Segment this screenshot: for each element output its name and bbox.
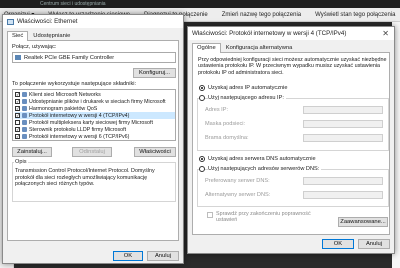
list-item[interactable]: ✓ Harmonogram pakietów QoS	[15, 105, 175, 112]
validate-checkbox[interactable]	[207, 212, 213, 218]
list-item[interactable]: Protokół multipleksera karty sieciowej f…	[15, 119, 175, 126]
advanced-button[interactable]: Zaawansowane...	[338, 217, 388, 227]
preferred-dns-label: Preferowany serwer DNS:	[205, 178, 270, 184]
subnet-mask-label: Maska podsieci:	[205, 121, 246, 127]
uninstall-button[interactable]: Odinstaluj	[72, 147, 112, 157]
list-item[interactable]: ✓ Klient sieci Microsoft Networks	[15, 91, 175, 98]
toolbar-view-status[interactable]: Wyświetl stan tego połączenia	[315, 12, 395, 18]
close-icon[interactable]: ✕	[382, 29, 389, 38]
toolbar-rename[interactable]: Zmień nazwę tego połączenia	[222, 12, 301, 18]
adapter-field: Realtek PCIe GBE Family Controller	[12, 52, 176, 63]
component-checkbox[interactable]: ✓	[15, 99, 20, 104]
file-sharing-icon	[22, 99, 27, 104]
auto-dns-label[interactable]: Uzyskaj adres serwera DNS automatycznie	[208, 156, 316, 162]
manual-dns-group	[197, 169, 389, 207]
auto-ip-radio[interactable]	[199, 85, 205, 91]
protocol-icon	[22, 127, 27, 132]
adapter-icon	[15, 55, 21, 60]
ethernet-dialog-titlebar: Właściwości: Ethernet	[3, 15, 183, 28]
component-checkbox[interactable]: ✓	[15, 106, 20, 111]
ipv4-ok-button[interactable]: OK	[322, 239, 354, 249]
ethernet-ok-button[interactable]: OK	[113, 251, 143, 261]
description-text: Transmission Control Protocol/Internet P…	[15, 168, 155, 188]
network-adapter-icon	[7, 18, 14, 25]
properties-button[interactable]: Właściwości	[134, 147, 176, 157]
ethernet-properties-dialog: Właściwości: Ethernet Sieć Udostępnianie…	[2, 14, 184, 264]
description-label: Opis	[14, 159, 28, 165]
component-checkbox[interactable]: ✓	[15, 92, 20, 97]
component-checkbox[interactable]: ✓	[15, 134, 20, 139]
adapter-name: Realtek PCIe GBE Family Controller	[24, 55, 115, 61]
alternate-dns-field[interactable]	[303, 191, 383, 199]
manual-ip-label[interactable]: Użyj następującego adresu IP:	[208, 95, 286, 101]
list-item[interactable]: ✓ Sterownik protokołu LLDP firmy Microsof…	[15, 126, 175, 133]
ipv4-tabs: Ogólne Konfiguracja alternatywna	[192, 43, 390, 54]
background-window-title: Centrum sieci i udostępniania	[0, 0, 400, 8]
list-item[interactable]: ✓ Protokół internetowy w wersji 6 (TCP/IP…	[15, 133, 175, 140]
qos-icon	[22, 106, 27, 111]
list-item[interactable]: ✓ Udostępnianie plików i drukarek w sieci…	[15, 98, 175, 105]
network-client-icon	[22, 92, 27, 97]
auto-ip-label[interactable]: Uzyskaj adres IP automatycznie	[208, 85, 288, 91]
ip-address-label: Adres IP:	[205, 107, 229, 113]
component-checkbox[interactable]: ✓	[15, 127, 20, 132]
ethernet-dialog-title: Właściwości: Ethernet	[17, 18, 78, 25]
ethernet-cancel-button[interactable]: Anuluj	[147, 251, 179, 261]
ethernet-network-panel: Połącz, używając: Realtek PCIe GBE Famil…	[7, 41, 179, 241]
manual-ip-radio[interactable]	[199, 95, 205, 101]
subnet-mask-field[interactable]	[303, 120, 383, 128]
list-item-selected[interactable]: ✓ Protokół internetowy w wersji 4 (TCP/IP…	[15, 112, 175, 119]
manual-dns-label[interactable]: Użyj następujących adresów serwerów DNS:	[208, 166, 322, 172]
protocol-icon	[22, 113, 27, 118]
tab-sharing[interactable]: Udostępnianie	[28, 31, 75, 41]
tab-alternate-config[interactable]: Konfiguracja alternatywna	[221, 43, 298, 53]
ipv4-properties-dialog: Właściwości: Protokół internetowy w wers…	[187, 26, 395, 254]
intro-text: Przy odpowiedniej konfiguracji sieci moż…	[198, 57, 387, 76]
validate-checkbox-label[interactable]: Sprawdź przy zakończeniu poprawność usta…	[216, 211, 311, 224]
component-checkbox[interactable]	[15, 120, 20, 125]
protocol-icon	[22, 120, 27, 125]
ipv4-dialog-title: Właściwości: Protokół internetowy w wers…	[192, 30, 347, 37]
auto-dns-radio[interactable]	[199, 156, 205, 162]
ethernet-tabs: Sieć Udostępnianie	[7, 31, 179, 42]
components-list: ✓ Klient sieci Microsoft Networks ✓ Udostę…	[12, 89, 176, 141]
alternate-dns-label: Alternatywny serwer DNS:	[205, 192, 271, 198]
ip-address-field[interactable]	[303, 106, 383, 114]
gateway-field[interactable]	[303, 134, 383, 142]
component-checkbox[interactable]: ✓	[15, 113, 20, 118]
ipv4-cancel-button[interactable]: Anuluj	[358, 239, 390, 249]
protocol-icon	[22, 134, 27, 139]
ipv4-general-panel: Przy odpowiedniej konfiguracji sieci moż…	[192, 53, 390, 235]
ipv4-dialog-titlebar: Właściwości: Protokół internetowy w wers…	[188, 27, 394, 40]
install-button[interactable]: Zainstaluj...	[12, 147, 52, 157]
gateway-label: Brama domyślna:	[205, 135, 249, 141]
configure-button[interactable]: Konfiguruj...	[133, 68, 176, 78]
preferred-dns-field[interactable]	[303, 177, 383, 185]
components-label: To połączenie wykorzystuje następujące s…	[12, 81, 137, 87]
connect-using-label: Połącz, używając:	[12, 44, 57, 50]
manual-dns-radio[interactable]	[199, 166, 205, 172]
